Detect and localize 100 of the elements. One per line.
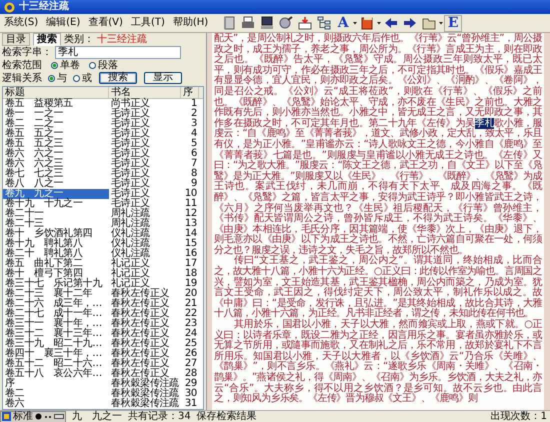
table-cell-text: 16 [184, 249, 198, 259]
table-cell[interactable]: 卷十 檀弓下第四 [3, 269, 109, 279]
monitor-icon [260, 16, 274, 30]
radio-option[interactable]: 段落 [89, 60, 118, 70]
table-cell[interactable]: 卷二十六 成三年，… [3, 299, 109, 309]
table-cell-text: 14 [184, 229, 198, 239]
letter-button[interactable]: A [334, 14, 352, 32]
table-cell[interactable]: 卷六 六之一 [3, 149, 109, 159]
scope-label: 检索范围 [2, 60, 42, 70]
table-cell-text: 20 [184, 289, 198, 299]
table-cell[interactable]: 卷四十 襄三十年，… [3, 349, 109, 359]
table-cell-text: 毛诗正义 [110, 199, 151, 209]
table-cell[interactable]: 卷二十三 襄十二年 [3, 289, 109, 299]
dot-icon[interactable] [35, 413, 42, 420]
table-cell[interactable]: 卷三十七 乐记第十九 [3, 279, 109, 289]
table-cell-text: 25 [184, 339, 198, 349]
table-cell-text: 春秋穀梁传注疏 [110, 379, 180, 389]
tab[interactable]: 目录 [2, 32, 30, 46]
table-cell-text: 春秋左传正义 [110, 319, 170, 329]
table-cell-text: 3 [190, 119, 198, 129]
category-label: 类别： [64, 34, 94, 44]
dropdown-caret-icon[interactable] [439, 21, 444, 25]
table-cell-text: 尚书正义 [110, 99, 151, 109]
table-cell[interactable]: 卷五 五之一 [3, 129, 109, 139]
table-cell-text: 毛诗正义 [110, 139, 151, 149]
radio-option[interactable]: 单卷 [51, 60, 80, 70]
table-cell-text: 19 [184, 279, 198, 289]
table-cell-text: 春秋左传正义 [110, 369, 170, 379]
table-cell-text: 13 [184, 219, 198, 229]
keyboard-icon[interactable] [54, 413, 64, 420]
ime-logo-icon[interactable] [2, 412, 11, 421]
paragraph: 传曰“文王基之，武王鉴之，周公内之”。谓其道同，终始相成，比而合之，故大雅十八篇，小雅十六为正经。○正义曰：此传以作室为喻也。言周国之兴，譬如为室，文王始造其基，武王鉴其楹桷，周公内而築之，乃成为室。犹言文王受命，武王因之，得伐纣定天下，周公致太平，制礼作乐以成之。故《中庸》曰：“是受命，发行诛，且弘进。”是其终始相成，故比合其诗，大雅十八篇，小雅十六篇，为正经。凡书非正经者，谓之传，未知此传在何书也。 [214, 256, 542, 320]
table-cell-text: 毛诗正义 [110, 159, 151, 169]
table-cell[interactable]: 卷六 六之三 [3, 159, 109, 169]
toolbar-button[interactable] [296, 14, 314, 32]
paragraph: 其用於乐，国君以小雅，天子以大雅，然而飨宾或上取，燕或下就。○正义曰：以诗者乐章，既设二雅为之正经，因言用乐之事。宴者虽亦雅於乐，或无算之节所用，或隨事而施歌，又在制礼之后，乐不常用，故郑於宴礼下不言所用乐。知国君以小雅，天子以大雅者，以《乡饮酒》云“乃合乐《关雎》、《鹊巢》”，则不言乡乐。《燕礼》云：“遂歌乡乐《周南・关雎》、《召南・鹊巢》。”燕诸侯之礼，得《周南》、《召南》为乡乐。乡饮酒，大夫之礼，亦云“合乐”。大夫称乡，得不以用之乡饮酒？是乡可知。故不云乡也。由此言之，则知风为乡乐矣。《左传》晋为穆叔《文王》、《鹿鸣》则 [214, 320, 542, 405]
table-cell-text: 仪礼注疏 [110, 239, 151, 249]
tab[interactable]: 搜索 [33, 32, 61, 46]
action-button[interactable]: 搜索 [99, 72, 137, 84]
table-cell[interactable]: 卷十九 聘礼第八 [3, 239, 109, 249]
table-cell-text: 2 [190, 109, 198, 119]
dropdown-caret-icon[interactable] [377, 21, 382, 25]
table-cell-text: 春秋左传正义 [110, 299, 170, 309]
table-cell[interactable]: 卷二 [3, 389, 109, 399]
table-cell-text: 30 [184, 389, 198, 399]
table-cell[interactable]: 卷二十三 [3, 219, 109, 229]
table-cell[interactable]: 卷二 二之一 [3, 119, 109, 129]
table-cell-text: 4 [190, 129, 198, 139]
menu-item[interactable]: 工具(T) [126, 17, 169, 29]
table-cell[interactable]: 卷五 五之三 [3, 139, 109, 149]
table-cell[interactable]: 卷十 乡饮酒礼第四 [3, 229, 109, 239]
query-field[interactable]: 季札 [55, 46, 181, 58]
table-cell[interactable]: 卷一 一之一 [3, 109, 109, 119]
radio-option[interactable]: 与 [48, 72, 67, 84]
table-cell[interactable]: 卷二十一 [3, 209, 109, 219]
radio-option[interactable]: 或 [73, 72, 92, 84]
table-cell-text: 毛诗正义 [110, 129, 151, 139]
letter-button[interactable]: E [444, 14, 462, 32]
table-cell-text: 1 [190, 99, 198, 109]
table-cell[interactable]: 卷六 [3, 399, 109, 409]
left-arrow-icon [384, 16, 398, 30]
dropdown-caret-icon[interactable] [353, 21, 358, 25]
column-header[interactable]: 书名 [109, 87, 181, 98]
table-cell[interactable]: 卷五 益稷第五 [3, 99, 109, 109]
table-cell-text: 礼记正义 [110, 269, 151, 279]
status-location: 九 九之一 [72, 412, 122, 422]
menu-item[interactable]: 帮助(H) [168, 17, 212, 29]
table-cell[interactable]: 卷三十二 襄十三年… [3, 329, 109, 339]
table-cell-text: 27 [184, 359, 198, 369]
action-button[interactable]: 显示 [144, 72, 182, 84]
table-cell[interactable]: 卷七 七之三 [3, 169, 109, 179]
table-cell[interactable]: 卷五十二 昭二十六… [3, 359, 109, 369]
query-label: 检索字串： [2, 46, 52, 58]
table-cell[interactable]: 卷八 八之一 [3, 179, 109, 189]
table-cell[interactable]: 卷三十九 昭二十九… [3, 339, 109, 349]
table-cell-text: 毛诗正义 [110, 109, 151, 119]
save-results-button[interactable]: 保存检索结果 [196, 412, 257, 422]
table-cell[interactable]: 卷二十 聘礼第八 [3, 249, 109, 259]
table-cell-text: 春秋左传正义 [110, 359, 170, 369]
menu-item[interactable]: 编辑(E) [42, 17, 84, 29]
table-cell[interactable]: 卷十九 十九之一 [3, 199, 109, 209]
table-cell[interactable]: 序 [3, 379, 109, 389]
menu-item[interactable]: 系统(S) [0, 17, 42, 29]
column-header[interactable]: 标题 [3, 87, 109, 98]
table-cell-text: 21 [184, 299, 198, 309]
ime-mode[interactable]: 标准 [13, 412, 33, 422]
table-cell-text: 礼记正义 [110, 279, 150, 289]
window-title: 十三经注疏 [19, 1, 69, 13]
table-cell[interactable]: 卷五十八 哀公六年… [3, 369, 109, 379]
table-cell-text: 仪礼注疏 [110, 229, 151, 239]
table-cell[interactable]: 卷二十七 成十一年… [3, 309, 109, 319]
toolbar-button[interactable] [277, 14, 296, 32]
table-cell-text: 周礼注疏 [110, 209, 151, 219]
table-cell[interactable]: 卷五 曲礼下第二 [3, 259, 109, 269]
table-cell-text: 春秋左传正义 [110, 329, 170, 339]
table-cell-text: 8 [190, 169, 198, 179]
menu-item[interactable]: 查看(V) [84, 17, 127, 29]
table-cell[interactable]: 卷三十一 襄十年，… [3, 319, 109, 329]
toolbar-button[interactable] [315, 14, 334, 32]
punctuation-icon[interactable] [44, 413, 52, 420]
